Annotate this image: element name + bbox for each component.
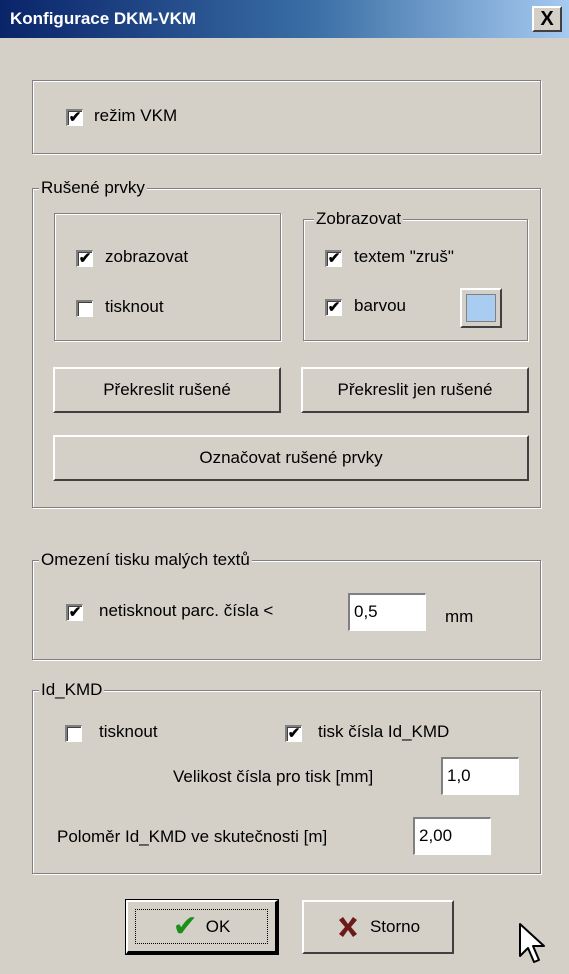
color-swatch [466, 294, 496, 322]
zobrazovat-checkbox[interactable]: ✔ [76, 250, 93, 267]
min-text-size-input[interactable]: 0,5 [348, 593, 426, 631]
zobrazovat-group: Zobrazovat ✔ textem "zruš" ✔ barvou [303, 209, 528, 341]
color-picker-button[interactable] [460, 288, 502, 328]
rusene-group: Rušené prvky ✔ zobrazovat tisknout Zobra… [32, 178, 541, 508]
tisk-cisla-checkbox[interactable]: ✔ [285, 725, 302, 742]
storno-button[interactable]: Storno [302, 900, 454, 954]
tisknout-label: tisknout [105, 297, 164, 316]
oznacovat-rusene-button[interactable]: Označovat rušené prvky [53, 435, 529, 481]
vkm-label: režim VKM [94, 106, 178, 125]
idkmd-legend: Id_KMD [39, 680, 105, 700]
polomer-label: Poloměr Id_KMD ve skutečnosti [m] [57, 827, 328, 846]
barvou-label: barvou [354, 296, 406, 315]
vkm-checkbox[interactable]: ✔ [66, 109, 83, 126]
omezeni-group: Omezení tisku malých textů ✔ netisknout … [32, 550, 541, 660]
ok-focus-rect [135, 909, 268, 944]
window-title: Konfigurace DKM-VKM [10, 9, 197, 28]
velikost-input[interactable]: 1,0 [441, 757, 519, 795]
polomer-input[interactable]: 2,00 [413, 817, 491, 855]
rusene-legend: Rušené prvky [39, 178, 147, 198]
vkm-group: ✔ režim VKM [32, 80, 541, 154]
netisknout-label: netisknout parc. čísla < [99, 601, 274, 620]
prekreslit-jen-rusene-button[interactable]: Překreslit jen rušené [301, 367, 529, 413]
netisknout-checkbox[interactable]: ✔ [66, 604, 83, 621]
velikost-label: Velikost čísla pro tisk [mm] [173, 767, 374, 786]
storno-label: Storno [369, 917, 421, 936]
textem-checkbox[interactable]: ✔ [325, 250, 342, 267]
barvou-checkbox[interactable]: ✔ [325, 299, 342, 316]
zobrazovat-legend: Zobrazovat [314, 209, 404, 229]
zobrazovat-label: zobrazovat [105, 247, 189, 266]
textem-label: textem "zruš" [354, 247, 454, 266]
mouse-cursor-icon [519, 923, 545, 963]
ok-button[interactable]: ✔ OK [125, 899, 279, 955]
title-bar: Konfigurace DKM-VKM X [0, 0, 569, 38]
idkmd-group: Id_KMD tisknout ✔ tisk čísla Id_KMD Veli… [32, 680, 541, 874]
x-icon [338, 917, 357, 937]
idkmd-tisknout-label: tisknout [99, 722, 158, 741]
mm-unit-label: mm [445, 607, 474, 626]
omezeni-legend: Omezení tisku malých textů [39, 550, 252, 570]
rusene-left-box: ✔ zobrazovat tisknout [54, 213, 281, 341]
tisknout-checkbox[interactable] [76, 300, 93, 317]
tisk-cisla-label: tisk čísla Id_KMD [318, 722, 450, 741]
close-button[interactable]: X [532, 6, 562, 32]
idkmd-tisknout-checkbox[interactable] [65, 725, 82, 742]
prekreslit-rusene-button[interactable]: Překreslit rušené [53, 367, 281, 413]
